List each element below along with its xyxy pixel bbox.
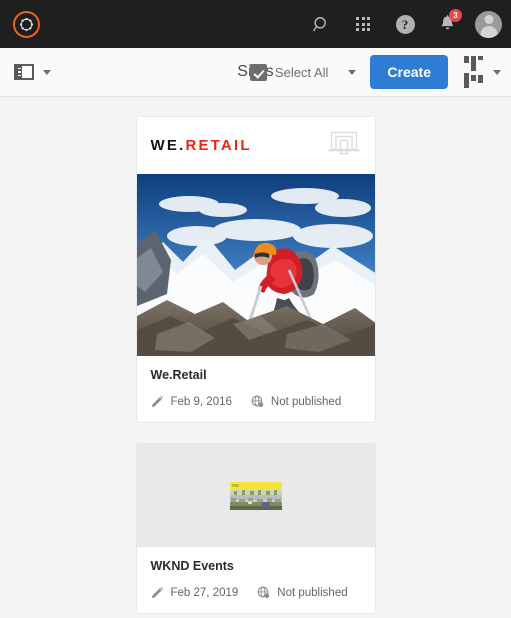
card-modified-date: Feb 9, 2016 (170, 395, 232, 408)
search-icon[interactable] (307, 10, 335, 38)
globe-publish-icon (257, 586, 270, 599)
select-all-control[interactable]: Select All (249, 63, 357, 81)
card-metadata: Feb 9, 2016 Not published (151, 395, 361, 408)
help-icon[interactable]: ? (391, 10, 419, 38)
avatar[interactable] (475, 10, 502, 38)
card-publish-label: Not published (277, 586, 348, 599)
pencil-edit-icon (151, 395, 163, 408)
chevron-down-icon (43, 69, 51, 75)
card-body: We.Retail Feb 9, 2016 Not published (137, 356, 375, 422)
chevron-down-icon[interactable] (493, 69, 501, 75)
brand-logo-dark: WE. (150, 137, 186, 154)
select-all-label: Select All (274, 64, 329, 80)
side-rail-toggle[interactable] (14, 64, 51, 80)
pencil-edit-icon (151, 586, 163, 599)
card-publish-status: Not published (251, 395, 341, 408)
shell-actions: ? 3 (307, 9, 502, 38)
thumbnail-illustration (229, 481, 282, 510)
create-button[interactable]: Create (370, 55, 448, 89)
app-grid-glyph (356, 17, 370, 31)
responsive-layout-glyph (327, 131, 360, 154)
card-view-icon (464, 56, 483, 88)
help-glyph: ? (395, 14, 415, 34)
wknd-events-thumbnail (136, 444, 375, 547)
adobe-experience-manager-logo[interactable] (13, 10, 40, 38)
logo-ring-icon (19, 17, 34, 31)
action-toolbar: Sites Select All Create (0, 48, 511, 97)
card-modified-date: Feb 27, 2019 (170, 586, 239, 599)
side-rail-toggle-icon (14, 64, 34, 80)
card-publish-label: Not published (270, 395, 342, 408)
site-card[interactable]: WE.RETAIL We.Retail Feb 9, 2016 Not publ… (135, 116, 376, 423)
card-publish-status: Not published (257, 586, 348, 599)
mountaineer-hero-image (136, 174, 375, 356)
notification-badge: 3 (449, 9, 462, 22)
toolbar-right-group: Select All Create (249, 55, 501, 89)
card-brand-header: WE.RETAIL (136, 117, 375, 174)
globe-publish-icon (251, 395, 264, 408)
brand-logo-accent: RETAIL (185, 137, 252, 154)
app-grid-icon[interactable] (349, 10, 377, 38)
view-switcher[interactable] (464, 56, 501, 88)
hero-illustration (136, 174, 375, 356)
chevron-down-icon[interactable] (348, 69, 357, 75)
card-title: We.Retail (150, 368, 207, 382)
responsive-layout-icon[interactable] (327, 130, 361, 162)
card-modified: Feb 27, 2019 (151, 586, 239, 599)
search-glyph (312, 16, 326, 31)
bell-icon[interactable]: 3 (433, 9, 462, 38)
shell-header: ? 3 (0, 0, 511, 48)
site-card[interactable]: WKND Events Feb 27, 2019 Not published (135, 443, 376, 614)
checkbox-checked-icon (249, 63, 267, 81)
brand-logo: WE.RETAIL (151, 137, 252, 154)
card-body: WKND Events Feb 27, 2019 Not published (137, 547, 375, 613)
sites-card-list: WE.RETAIL We.Retail Feb 9, 2016 Not publ… (0, 97, 511, 618)
card-metadata: Feb 27, 2019 Not published (151, 586, 361, 599)
card-modified: Feb 9, 2016 (151, 395, 232, 408)
card-title: WKND Events (150, 559, 234, 573)
